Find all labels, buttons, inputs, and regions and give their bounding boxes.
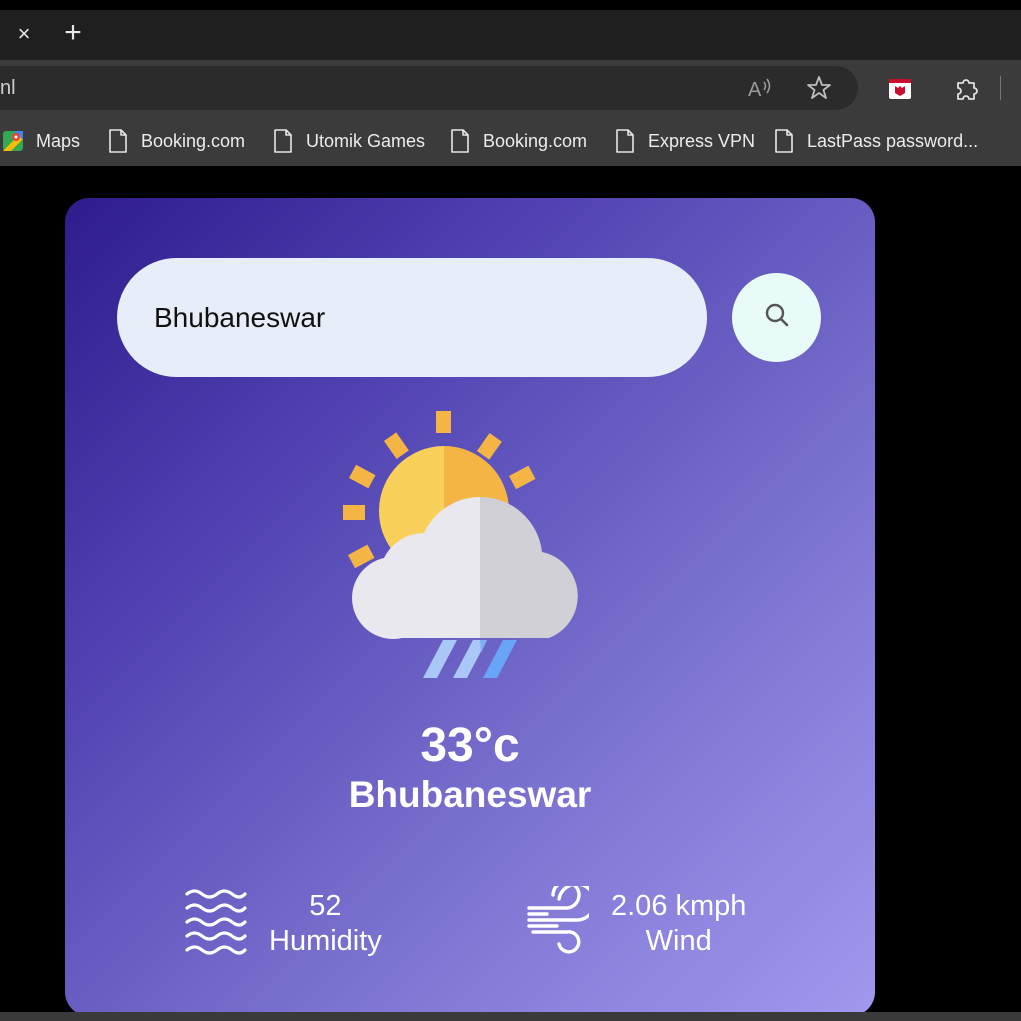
page-icon (773, 128, 795, 154)
humidity-label: Humidity (269, 924, 382, 957)
page-icon (107, 128, 129, 154)
maps-icon (2, 128, 24, 154)
mcafee-extension-icon[interactable] (886, 74, 914, 102)
bookmark-booking-2[interactable]: Booking.com (449, 128, 587, 154)
search-icon (764, 302, 790, 333)
wind-value: 2.06 kmph (611, 889, 747, 922)
bookmark-label: Maps (36, 130, 81, 151)
bookmark-label: Booking.com (483, 130, 588, 151)
humidity-value: 52 (309, 889, 342, 922)
browser-toolbar: nl A (0, 60, 1021, 116)
page-icon (449, 128, 471, 154)
address-bar[interactable]: nl (0, 66, 858, 110)
bookmarks-bar: Maps Booking.com Utomik Games Booking.co… (0, 116, 1021, 166)
bookmark-label: Booking.com (141, 130, 246, 151)
waves-icon (185, 886, 247, 961)
bookmark-express-vpn[interactable]: Express VPN (614, 128, 755, 154)
toolbar-separator (1000, 76, 1001, 100)
bookmark-booking[interactable]: Booking.com (107, 128, 245, 154)
tab-strip: × + (0, 0, 1021, 60)
bookmark-maps[interactable]: Maps (2, 128, 80, 154)
svg-text:A: A (748, 79, 762, 100)
city-search-input[interactable] (117, 258, 707, 377)
weather-card: 33°c Bhubaneswar 52 Humidity (65, 198, 875, 1016)
page-icon (272, 128, 294, 154)
favorite-star-icon[interactable] (805, 74, 833, 102)
tab-close-button[interactable]: × (12, 22, 36, 46)
search-button[interactable] (732, 273, 821, 362)
address-text: nl (0, 77, 16, 99)
bookmark-utomik-games[interactable]: Utomik Games (272, 128, 425, 154)
sun-cloud-rain-icon (335, 408, 605, 688)
page-icon (614, 128, 636, 154)
bookmark-label: Utomik Games (306, 130, 426, 151)
wind-label: Wind (645, 924, 712, 957)
window-top-border (0, 0, 1021, 10)
bookmark-label: LastPass password... (807, 130, 979, 151)
wind-detail: 2.06 kmph Wind (527, 880, 747, 961)
temperature-value: 33°c (420, 719, 520, 772)
city-name: Bhubaneswar (348, 774, 592, 815)
bookmark-label: Express VPN (648, 130, 756, 151)
wind-icon (527, 880, 597, 961)
new-tab-button[interactable]: + (58, 18, 88, 48)
horizontal-scrollbar[interactable] (0, 1012, 1021, 1021)
bookmark-lastpass[interactable]: LastPass password... (773, 128, 978, 154)
extensions-puzzle-icon[interactable] (952, 74, 980, 102)
humidity-detail: 52 Humidity (185, 886, 382, 961)
read-aloud-icon[interactable]: A (746, 74, 774, 102)
